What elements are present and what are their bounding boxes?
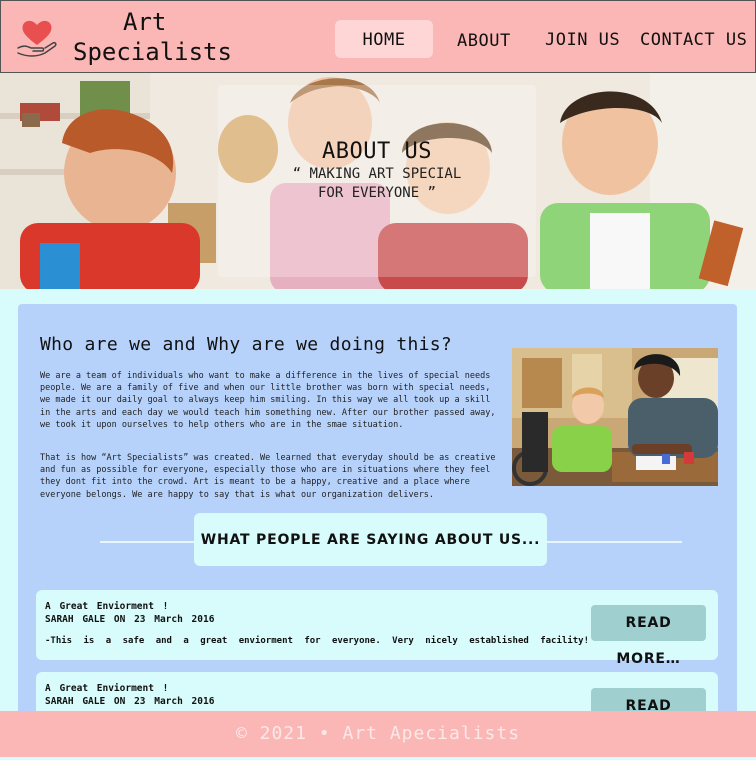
about-paragraph-1: We are a team of individuals who want to… — [40, 371, 496, 430]
about-paragraph-2: That is how “Art Specialists” was create… — [40, 453, 496, 500]
hero-subtitle-line2: FOR EVERYONE ” — [317, 185, 436, 201]
testimonials-divider-right — [547, 541, 682, 543]
review-text: -This is a safe and a great enviorment f… — [45, 636, 589, 646]
testimonials-divider-left — [100, 541, 196, 543]
brand-name-line2: Specialists — [73, 38, 232, 66]
read-more-button[interactable]: READ MORE… — [591, 605, 706, 667]
hero-subtitle: “ MAKING ART SPECIAL FOR EVERYONE ” — [218, 165, 536, 203]
heart-hand-logo-icon — [17, 20, 57, 57]
art-class-photo — [512, 348, 718, 486]
review-meta: SARAH GALE ON 23 March 2016 — [45, 696, 215, 707]
review-card: A Great Enviorment ! SARAH GALE ON 23 Ma… — [36, 590, 718, 667]
site-footer: © 2021 • Art Apecialists — [0, 711, 756, 757]
nav-about-link[interactable]: ABOUT — [457, 20, 511, 62]
site-header: Art Specialists HOME ABOUT JOIN US CONTA… — [0, 0, 756, 73]
review-title: A Great Enviorment ! — [45, 601, 169, 612]
hero-subtitle-line1: “ MAKING ART SPECIAL — [292, 166, 462, 182]
nav-join-link[interactable]: JOIN US — [545, 20, 620, 60]
footer-copyright: © 2021 • Art Apecialists — [235, 723, 521, 744]
hero-banner: ABOUT US “ MAKING ART SPECIAL FOR EVERYO… — [0, 73, 756, 289]
review-title: A Great Enviorment ! — [45, 683, 169, 694]
about-section: Who are we and Why are we doing this? We… — [18, 304, 737, 750]
hero-title: ABOUT US — [322, 139, 432, 164]
review-meta: SARAH GALE ON 23 March 2016 — [45, 614, 215, 625]
about-heading: Who are we and Why are we doing this? — [40, 334, 453, 355]
brand-name-line1: Art — [123, 8, 167, 36]
nav-contact-link[interactable]: CONTACT US — [640, 20, 747, 60]
testimonials-heading: WHAT PEOPLE ARE SAYING ABOUT US... — [200, 532, 541, 548]
brand-name[interactable]: Art Specialists — [73, 7, 232, 67]
nav-home-link[interactable]: HOME — [335, 20, 433, 58]
